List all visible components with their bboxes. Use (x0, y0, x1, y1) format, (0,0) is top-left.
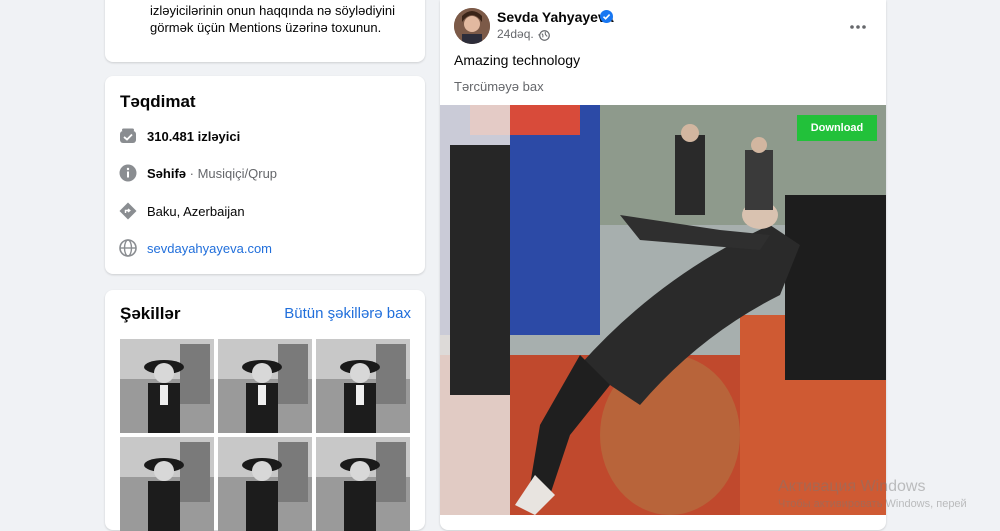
photos-card: Şəkillər Bütün şəkillərə bax (105, 290, 425, 531)
author-avatar[interactable] (454, 8, 490, 44)
page-category: · Musiqiçi/Qrup (186, 165, 278, 181)
verified-badge-icon (600, 10, 613, 28)
photo-thumbnail[interactable] (316, 339, 410, 433)
info-icon (119, 164, 137, 182)
page-label: Səhifə (147, 165, 187, 181)
mentions-card: izləyicilərinin onun haqqında nə söylədi… (105, 0, 425, 62)
photo-thumbnail[interactable] (316, 437, 410, 531)
website-row[interactable]: sevdayahyayeva.com (119, 237, 272, 259)
photo-thumbnail[interactable] (120, 339, 214, 433)
photos-title: Şəkillər (120, 304, 181, 323)
photo-thumbnail[interactable] (218, 437, 312, 531)
location-row: Baku, Azerbaijan (119, 200, 245, 222)
globe-icon (119, 239, 137, 257)
directions-icon (119, 202, 137, 220)
followers-count: 310.481 izləyici (147, 128, 241, 144)
website-link[interactable]: sevdayahyayeva.com (147, 241, 272, 256)
post-text: Amazing technology (454, 52, 581, 68)
followers-row: 310.481 izləyici (119, 125, 240, 147)
audience-globe-icon (539, 28, 550, 46)
more-options-icon[interactable] (850, 16, 866, 34)
mentions-text: izləyicilərinin onun haqqında nə söylədi… (150, 3, 395, 35)
post-timestamp[interactable]: 24dəq. · (497, 27, 541, 41)
video-frame (440, 105, 886, 515)
intro-card: Təqdimat 310.481 izləyici Səhifə · Musiq… (105, 76, 425, 274)
photo-thumbnail[interactable] (218, 339, 312, 433)
page-type-row: Səhifə · Musiqiçi/Qrup (119, 162, 277, 184)
see-all-photos-link[interactable]: Bütün şəkillərə bax (284, 305, 411, 322)
see-translation-link[interactable]: Tərcüməyə bax (454, 79, 544, 94)
windows-activation-subtitle: Чтобы активировать Windows, перей (778, 498, 967, 510)
download-button[interactable]: Download (797, 115, 877, 141)
post-card: Sevda Yahyayeva 24dəq. · Amazing technol… (440, 0, 886, 530)
author-name[interactable]: Sevda Yahyayeva (497, 9, 614, 25)
followers-icon (119, 127, 137, 145)
location-text: Baku, Azerbaijan (147, 203, 245, 219)
photo-thumbnail[interactable] (120, 437, 214, 531)
intro-title: Təqdimat (120, 92, 196, 111)
post-video[interactable]: Download (440, 105, 886, 515)
windows-activation-watermark: Активация Windows (778, 478, 926, 495)
